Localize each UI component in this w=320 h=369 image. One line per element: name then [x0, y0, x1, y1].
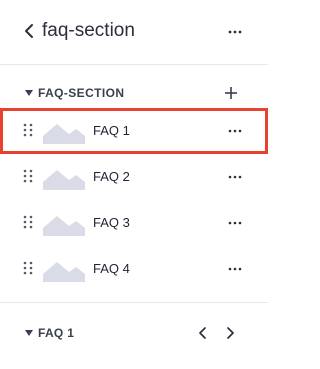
panel-title: faq-section [42, 20, 135, 41]
current-item-label: FAQ 1 [38, 326, 75, 340]
faq-item-label: FAQ 4 [93, 261, 130, 276]
faq-item-label: FAQ 2 [93, 169, 130, 184]
chevron-left-icon[interactable] [22, 22, 36, 40]
more-horizontal-icon[interactable] [228, 221, 242, 225]
faq-item-row[interactable]: FAQ 4 [0, 246, 268, 292]
more-horizontal-icon[interactable] [228, 175, 242, 179]
faq-item-label: FAQ 3 [93, 215, 130, 230]
more-horizontal-icon[interactable] [228, 129, 242, 133]
caret-down-icon[interactable] [24, 329, 34, 337]
section-label: FAQ-SECTION [38, 86, 125, 100]
drag-handle-icon[interactable] [23, 169, 33, 183]
faq-item-row[interactable]: FAQ 1 [0, 108, 268, 154]
drag-handle-icon[interactable] [23, 215, 33, 229]
chevron-left-icon[interactable] [197, 325, 209, 341]
image-placeholder-icon [43, 170, 85, 190]
faq-item-row[interactable]: FAQ 3 [0, 200, 268, 246]
caret-down-icon[interactable] [24, 89, 34, 97]
drag-handle-icon[interactable] [23, 261, 33, 275]
more-horizontal-icon[interactable] [228, 30, 242, 34]
image-placeholder-icon [43, 216, 85, 236]
more-horizontal-icon[interactable] [228, 267, 242, 271]
image-placeholder-icon [43, 262, 85, 282]
panel-header: faq-section [0, 0, 268, 64]
faq-item-row[interactable]: FAQ 2 [0, 154, 268, 200]
plus-icon[interactable] [224, 86, 238, 100]
header-divider [0, 64, 268, 65]
faq-item-label: FAQ 1 [93, 123, 130, 138]
chevron-right-icon[interactable] [224, 325, 236, 341]
image-placeholder-icon [43, 124, 85, 144]
drag-handle-icon[interactable] [23, 123, 33, 137]
footer-divider [0, 302, 268, 303]
item-navigator: FAQ 1 [0, 318, 268, 352]
section-header[interactable]: FAQ-SECTION [0, 80, 268, 108]
